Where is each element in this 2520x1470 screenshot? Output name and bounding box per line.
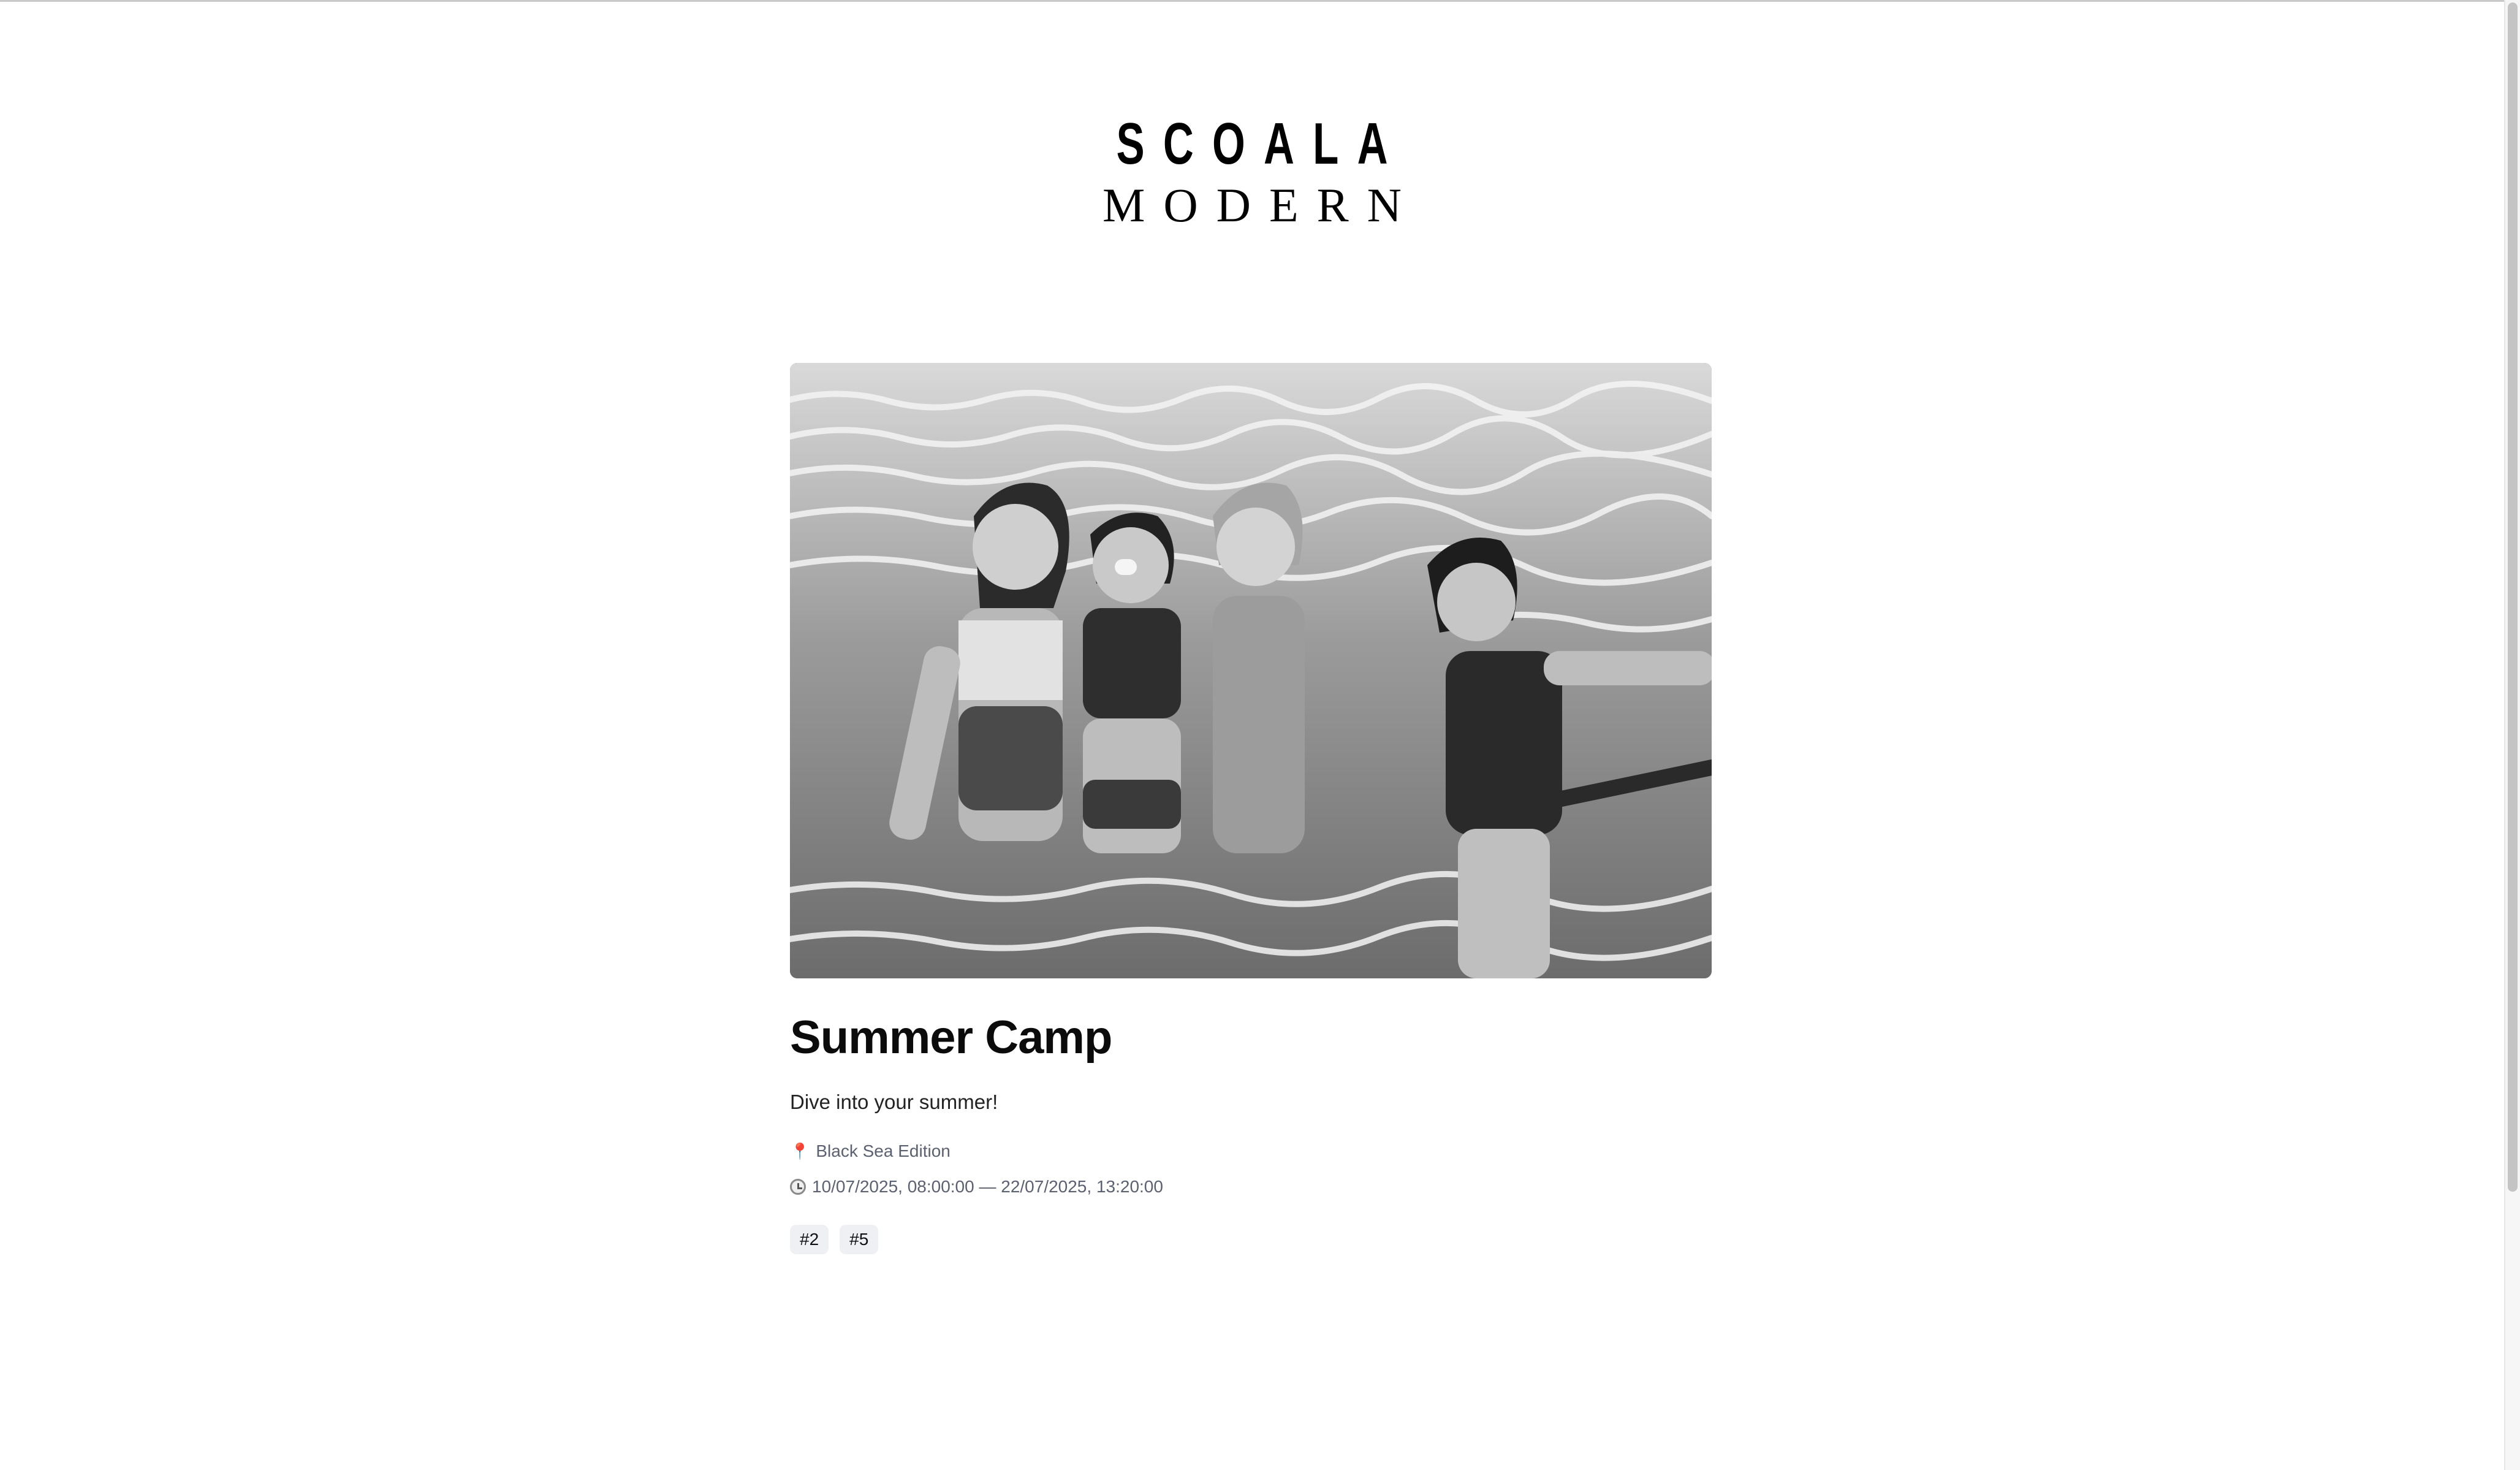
event-datetime-text: 10/07/2025, 08:00:00 — 22/07/2025, 13:20… — [812, 1177, 1163, 1196]
event-title: Summer Camp — [790, 1011, 1112, 1064]
logo-line-1: SCOALA — [1116, 111, 1406, 177]
event-hero-image — [790, 363, 1712, 978]
tag-chip[interactable]: #5 — [840, 1225, 879, 1254]
logo-line-2: MODERN — [1102, 178, 1420, 232]
event-location-text: Black Sea Edition — [816, 1141, 951, 1160]
scrollbar-track[interactable] — [2504, 0, 2520, 1470]
pin-icon: 📍 — [790, 1142, 810, 1160]
event-subtitle: Dive into your summer! — [790, 1091, 998, 1113]
event-datetime: 10/07/2025, 08:00:00 — 22/07/2025, 13:20… — [790, 1170, 1712, 1204]
event-card: Summer Camp Dive into your summer! 📍 Bla… — [790, 363, 1712, 1254]
site-logo[interactable]: SCOALA MODERN — [0, 110, 2504, 233]
hero-photo-illustration — [790, 363, 1712, 978]
clock-icon — [790, 1179, 806, 1195]
event-tags: #2 #5 — [790, 1225, 1712, 1254]
tag-chip[interactable]: #2 — [790, 1225, 829, 1254]
top-border — [0, 0, 2504, 2]
event-location: 📍 Black Sea Edition — [790, 1134, 1712, 1168]
scrollbar-thumb[interactable] — [2508, 2, 2518, 1192]
